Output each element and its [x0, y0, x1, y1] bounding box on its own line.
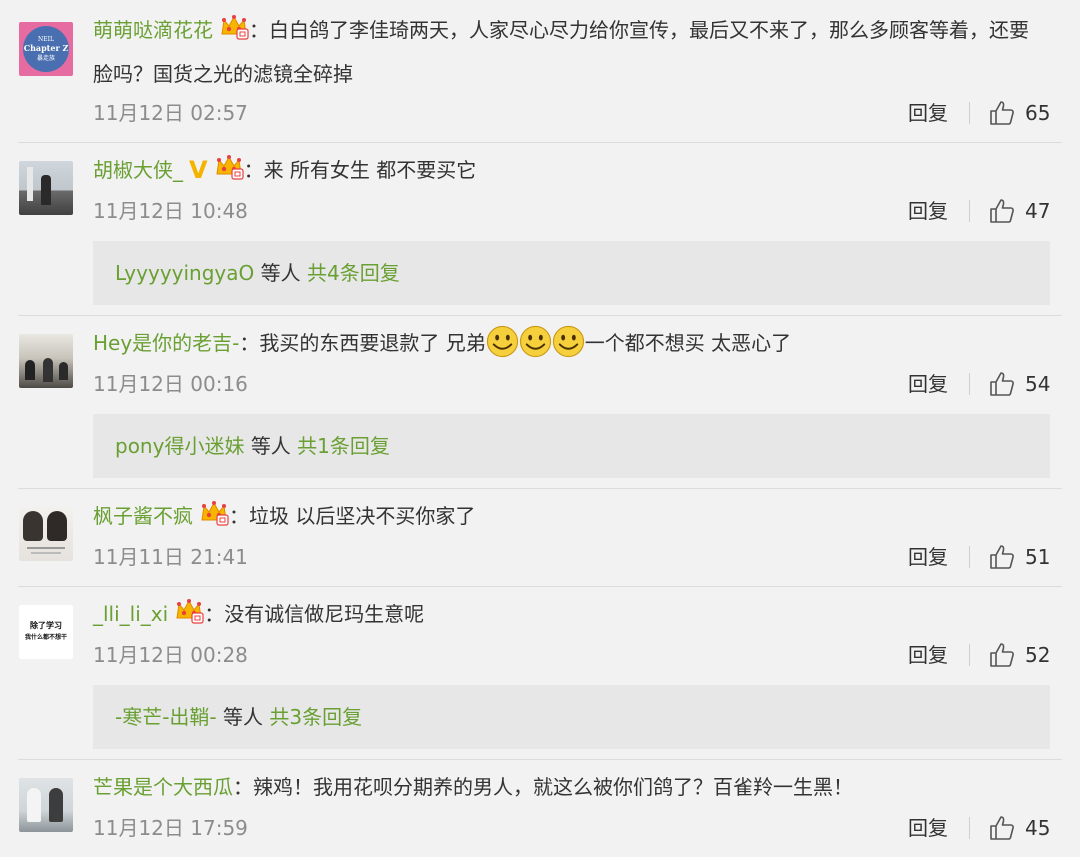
- comment-text: 没有诚信做尼玛生意呢: [224, 602, 425, 626]
- username-link[interactable]: 胡椒大侠_: [93, 158, 183, 182]
- like-count: 52: [1025, 643, 1051, 667]
- divider: [969, 102, 970, 124]
- like-button[interactable]: 54: [989, 371, 1050, 397]
- thumbs-up-icon: [989, 544, 1015, 570]
- thumbs-up-icon: [989, 198, 1015, 224]
- avatar[interactable]: [19, 161, 73, 215]
- reply-button[interactable]: 回复: [908, 371, 948, 397]
- username-link[interactable]: 萌萌哒滴花花: [93, 18, 213, 42]
- divider: [969, 546, 970, 568]
- like-button[interactable]: 65: [989, 100, 1050, 126]
- comment-timestamp: 11月12日 10:48: [93, 199, 248, 223]
- like-count: 54: [1025, 372, 1051, 396]
- thumbs-up-icon: [989, 371, 1015, 397]
- like-button[interactable]: 51: [989, 544, 1050, 570]
- comment-timestamp: 11月12日 00:16: [93, 372, 248, 396]
- comment-timestamp: 11月12日 17:59: [93, 816, 248, 840]
- comment-body: 芒果是个大西瓜：辣鸡！我用花呗分期养的男人，就这么被你们鸽了？百雀羚一生黑！: [93, 775, 853, 799]
- reply-username[interactable]: -寒芒-出鞘-: [115, 705, 217, 729]
- smile-emoji-icon: [486, 325, 519, 358]
- comment-text: 垃圾 以后坚决不买你家了: [249, 504, 476, 528]
- reply-button[interactable]: 回复: [908, 100, 948, 126]
- reply-thread-link[interactable]: LyyyyyingyaO 等人 共4条回复: [93, 241, 1050, 305]
- reply-username[interactable]: pony得小迷妹: [115, 434, 244, 458]
- comment-item: Hey是你的老吉-：我买的东西要退款了 兄弟 一个都不想买 太恶心了 11月12日…: [0, 316, 1080, 488]
- smile-emoji-icon: [552, 325, 585, 358]
- like-count: 51: [1025, 545, 1051, 569]
- username-link[interactable]: Hey是你的老吉-: [93, 331, 239, 355]
- reply-thread-link[interactable]: -寒芒-出鞘- 等人 共3条回复: [93, 685, 1050, 749]
- avatar[interactable]: [19, 507, 73, 561]
- like-button[interactable]: 45: [989, 815, 1050, 841]
- comment-text: 我买的东西要退款了 兄弟: [259, 331, 486, 355]
- username-link[interactable]: _lli_li_xi: [93, 602, 168, 626]
- reply-thread-link[interactable]: pony得小迷妹 等人 共1条回复: [93, 414, 1050, 478]
- comment-body: 萌萌哒滴花花 ：白白鸽了李佳琦两天，人家尽心尽力给你宣传，最后又不来了，那么多顾客…: [93, 8, 1043, 96]
- reply-button[interactable]: 回复: [908, 642, 948, 668]
- reply-button[interactable]: 回复: [908, 815, 948, 841]
- thumbs-up-icon: [989, 100, 1015, 126]
- avatar[interactable]: 除了学习 我什么都不想干: [19, 605, 73, 659]
- username-link[interactable]: 枫子酱不疯: [93, 504, 193, 528]
- like-count: 65: [1025, 101, 1051, 125]
- thumbs-up-icon: [989, 642, 1015, 668]
- avatar[interactable]: NEIL Chapter Z 暴走族: [19, 22, 73, 76]
- comment-item: 芒果是个大西瓜：辣鸡！我用花呗分期养的男人，就这么被你们鸽了？百雀羚一生黑！ 1…: [0, 760, 1080, 857]
- vip-crown-icon: [214, 154, 244, 180]
- reply-button[interactable]: 回复: [908, 544, 948, 570]
- avatar[interactable]: [19, 334, 73, 388]
- divider: [969, 817, 970, 839]
- comment-body: 枫子酱不疯 ：垃圾 以后坚决不买你家了: [93, 494, 1040, 538]
- verified-v-icon: V: [189, 156, 208, 184]
- divider: [969, 644, 970, 666]
- vip-crown-icon: [174, 598, 204, 624]
- comment-text: 一个都不想买 太恶心了: [584, 331, 792, 355]
- comment-text: 来 所有女生 都不要买它: [263, 158, 477, 182]
- reply-count[interactable]: 共4条回复: [307, 261, 400, 285]
- avatar[interactable]: [19, 778, 73, 832]
- comment-item: NEIL Chapter Z 暴走族 萌萌哒滴花花 ：白白鸽了李佳琦两天，人家尽心…: [0, 0, 1080, 142]
- like-button[interactable]: 52: [989, 642, 1050, 668]
- divider: [969, 373, 970, 395]
- thumbs-up-icon: [989, 815, 1015, 841]
- comment-item: 枫子酱不疯 ：垃圾 以后坚决不买你家了 11月11日 21:41 回复 51: [0, 489, 1080, 586]
- comment-body: Hey是你的老吉-：我买的东西要退款了 兄弟 一个都不想买 太恶心了: [93, 321, 1040, 365]
- vip-crown-icon: [199, 500, 229, 526]
- reply-count[interactable]: 共3条回复: [269, 705, 362, 729]
- username-link[interactable]: 芒果是个大西瓜: [93, 775, 233, 799]
- smile-emoji-icon: [519, 325, 552, 358]
- reply-username[interactable]: LyyyyyingyaO: [115, 261, 254, 285]
- comment-timestamp: 11月12日 02:57: [93, 101, 248, 125]
- like-count: 47: [1025, 199, 1051, 223]
- comment-body: _lli_li_xi ：没有诚信做尼玛生意呢: [93, 592, 1040, 636]
- comment-item: 除了学习 我什么都不想干 _lli_li_xi ：没有诚信做尼玛生意呢 11月12…: [0, 587, 1080, 759]
- like-button[interactable]: 47: [989, 198, 1050, 224]
- comment-body: 胡椒大侠_ V ：来 所有女生 都不要买它: [93, 148, 1040, 192]
- comment-timestamp: 11月11日 21:41: [93, 545, 248, 569]
- reply-button[interactable]: 回复: [908, 198, 948, 224]
- comment-text: 辣鸡！我用花呗分期养的男人，就这么被你们鸽了？百雀羚一生黑！: [253, 775, 853, 799]
- like-count: 45: [1025, 816, 1051, 840]
- comment-item: 胡椒大侠_ V ：来 所有女生 都不要买它 11月12日 10:48 回复 47 L…: [0, 143, 1080, 315]
- divider: [969, 200, 970, 222]
- comment-timestamp: 11月12日 00:28: [93, 643, 248, 667]
- vip-crown-icon: [219, 14, 249, 40]
- reply-count[interactable]: 共1条回复: [297, 434, 390, 458]
